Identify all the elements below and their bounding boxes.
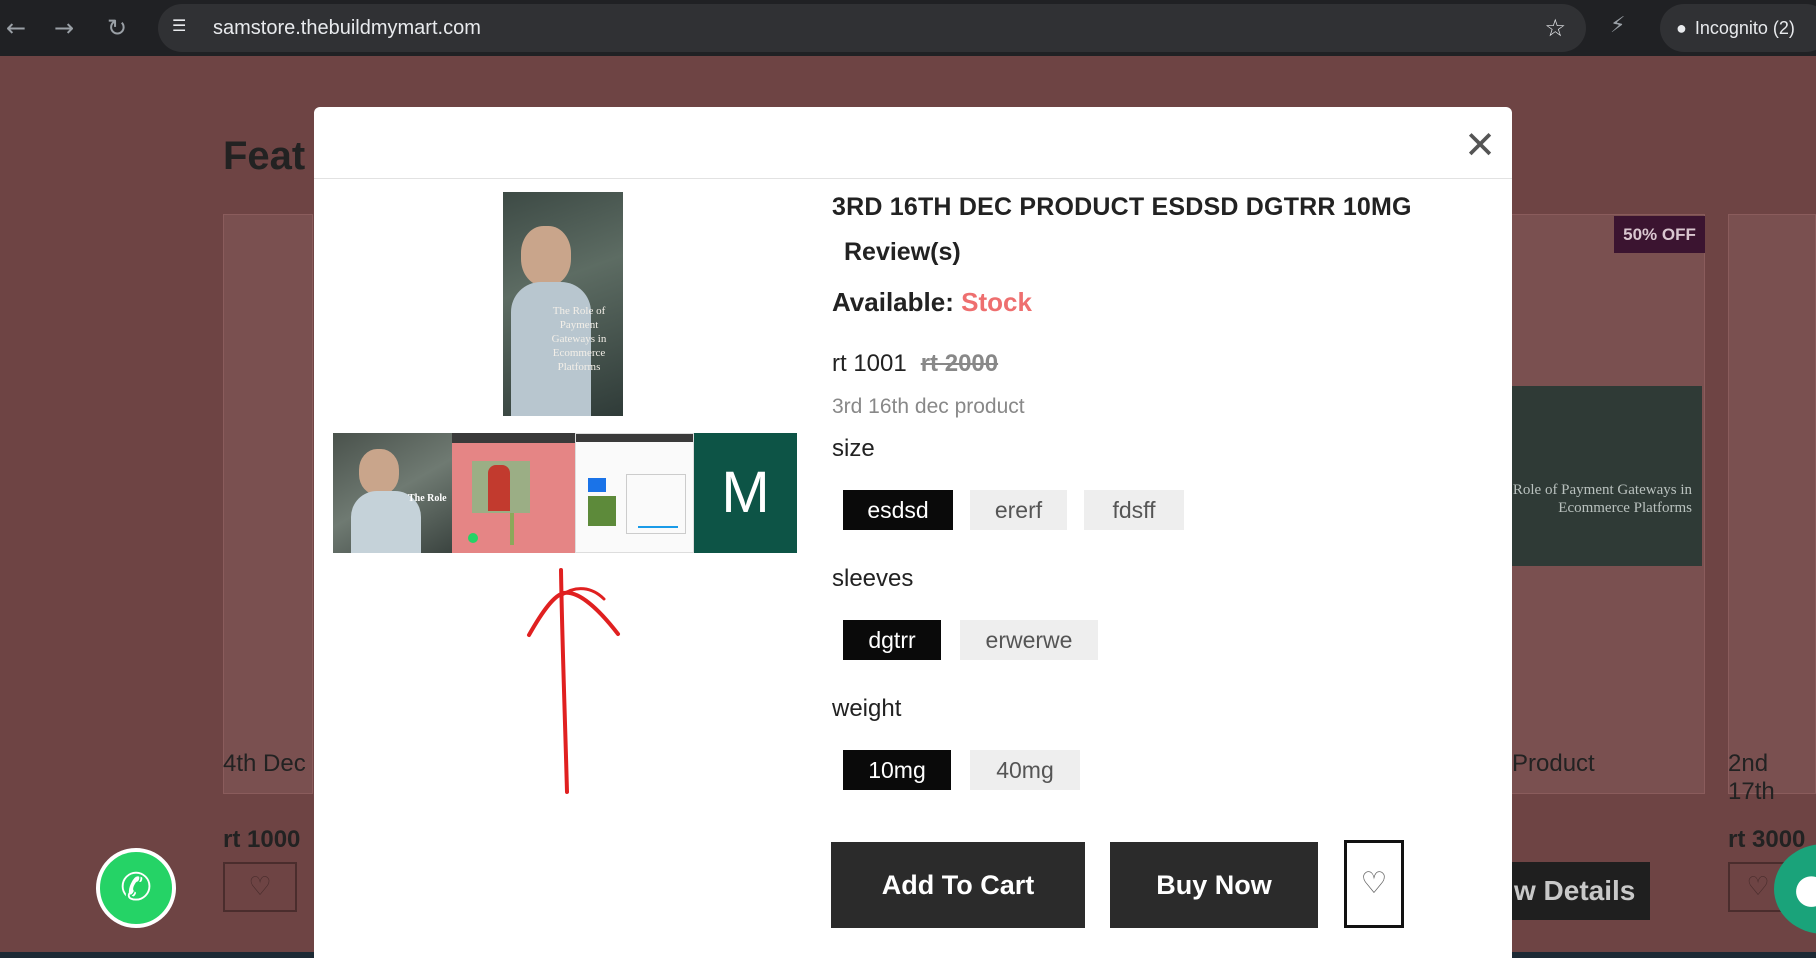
size-option-ererf[interactable]: ererf bbox=[970, 490, 1067, 530]
weight-option-40mg[interactable]: 40mg bbox=[970, 750, 1080, 790]
url-text[interactable]: samstore.thebuildmymart.com bbox=[213, 17, 481, 40]
product-title: 3RD 16TH DEC PRODUCT ESDSD DGTRR 10MG bbox=[832, 193, 1412, 221]
reload-icon[interactable]: ↻ bbox=[103, 14, 131, 42]
view-details-button[interactable]: w Details bbox=[1512, 862, 1650, 920]
size-option-fdsff[interactable]: fdsff bbox=[1084, 490, 1184, 530]
whatsapp-icon[interactable]: ✆ bbox=[96, 848, 176, 928]
forward-icon[interactable]: → bbox=[50, 14, 78, 42]
product-name[interactable]: 2nd 17th bbox=[1728, 750, 1816, 806]
wishlist-heart-icon[interactable]: ♡ bbox=[1344, 840, 1404, 928]
product-name[interactable]: 4th Dec bbox=[223, 750, 306, 778]
browser-toolbar: ← → ↻ ☰ samstore.thebuildmymart.com ☆ ⚡ … bbox=[0, 0, 1816, 56]
old-price: rt 2000 bbox=[920, 350, 999, 377]
sleeves-option-erwerwe[interactable]: erwerwe bbox=[960, 620, 1098, 660]
price: rt 1001 rt 2000 bbox=[832, 350, 998, 378]
incognito-label: Incognito (2) bbox=[1694, 18, 1795, 38]
product-card[interactable] bbox=[223, 214, 313, 794]
sleeves-option-dgtrr[interactable]: dgtrr bbox=[843, 620, 941, 660]
extension-icon[interactable]: ⚡ bbox=[1610, 13, 1625, 38]
availability: Available: Stock bbox=[832, 287, 1032, 318]
review-link[interactable]: Review(s) bbox=[844, 238, 961, 267]
product-card[interactable] bbox=[1728, 214, 1816, 794]
availability-value: Stock bbox=[961, 287, 1032, 317]
product-banner-image[interactable]: Role of Payment Gateways in Ecommerce Pl… bbox=[1510, 386, 1702, 566]
weight-label: weight bbox=[832, 695, 902, 722]
sleeves-label: sleeves bbox=[832, 565, 914, 592]
close-icon[interactable]: ✕ bbox=[1460, 125, 1500, 165]
weight-option-10mg[interactable]: 10mg bbox=[843, 750, 951, 790]
star-icon[interactable]: ☆ bbox=[1544, 14, 1566, 42]
product-description: 3rd 16th dec product bbox=[832, 395, 1025, 418]
add-to-cart-button[interactable]: Add To Cart bbox=[831, 842, 1085, 928]
site-info-icon[interactable]: ☰ bbox=[172, 16, 200, 40]
size-option-esdsd[interactable]: esdsd bbox=[843, 490, 953, 530]
incognito-profile-button[interactable]: ● Incognito (2) bbox=[1660, 4, 1816, 52]
current-price: rt 1001 bbox=[832, 350, 907, 377]
product-name[interactable]: Product bbox=[1512, 750, 1595, 778]
section-heading: Feat bbox=[223, 134, 306, 178]
quick-view-modal: ✕ The Role of Payment Gateways in Ecomme… bbox=[314, 107, 1512, 958]
address-bar[interactable]: ☰ samstore.thebuildmymart.com ☆ bbox=[158, 4, 1586, 52]
availability-label: Available: bbox=[832, 287, 954, 317]
incognito-icon: ● bbox=[1676, 18, 1687, 38]
annotation-arrow bbox=[527, 568, 620, 794]
product-price: rt 3000 bbox=[1728, 826, 1806, 853]
product-price: rt 1000 bbox=[223, 826, 301, 853]
wishlist-icon[interactable]: ♡ bbox=[223, 862, 297, 912]
back-icon[interactable]: ← bbox=[2, 14, 30, 42]
size-label: size bbox=[832, 435, 875, 462]
buy-now-button[interactable]: Buy Now bbox=[1110, 842, 1318, 928]
discount-badge: 50% OFF bbox=[1614, 216, 1705, 253]
